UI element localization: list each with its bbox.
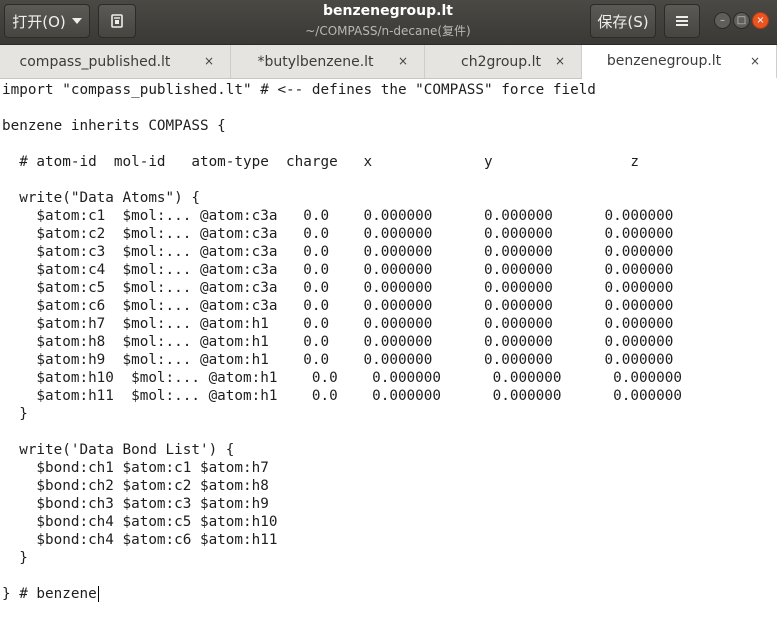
code-line: $bond:ch2 $atom:c2 $atom:h8 — [2, 478, 269, 494]
code-line: } # benzene — [2, 586, 97, 602]
close-icon[interactable]: × — [555, 54, 565, 68]
open-button-label: 打开(O) — [12, 12, 66, 31]
tab-compass-published[interactable]: compass_published.lt × — [0, 45, 231, 78]
tab-label: *butylbenzene.lt — [257, 53, 374, 70]
maximize-button[interactable]: □ — [733, 12, 750, 29]
tab-benzenegroup[interactable]: benzenegroup.lt × — [582, 45, 777, 79]
chevron-down-icon — [71, 18, 82, 24]
header-bar: 打开(O) benzenegroup.lt ~/COMPASS/n-decane… — [0, 0, 777, 45]
tab-butylbenzene[interactable]: *butylbenzene.lt × — [231, 45, 425, 78]
document-pin-button[interactable] — [98, 4, 136, 38]
save-button[interactable]: 保存(S) — [590, 4, 656, 38]
code-line: import "compass_published.lt" # <-- defi… — [2, 82, 596, 98]
menu-button[interactable] — [664, 4, 700, 38]
hamburger-menu-icon — [676, 16, 688, 26]
window-subtitle: ~/COMPASS/n-decane(复件) — [305, 24, 471, 38]
tab-ch2group[interactable]: ch2group.lt × — [425, 45, 582, 78]
code-line: $atom:c6 $mol:... @atom:c3a 0.0 0.000000… — [2, 298, 674, 314]
code-line: write('Data Bond List') { — [2, 442, 235, 458]
tab-label: ch2group.lt — [461, 53, 541, 70]
document-pin-icon — [111, 14, 123, 28]
close-window-button[interactable]: × — [752, 12, 769, 29]
code-line: $atom:c5 $mol:... @atom:c3a 0.0 0.000000… — [2, 280, 674, 296]
text-cursor — [98, 586, 99, 602]
code-line: $bond:ch4 $atom:c5 $atom:h10 — [2, 514, 278, 530]
code-line: benzene inherits COMPASS { — [2, 118, 226, 134]
code-line: $bond:ch4 $atom:c6 $atom:h11 — [2, 532, 278, 548]
code-line: # atom-id mol-id atom-type charge x y z — [2, 154, 639, 170]
open-button[interactable]: 打开(O) — [4, 4, 90, 38]
code-line: $atom:c2 $mol:... @atom:c3a 0.0 0.000000… — [2, 226, 674, 242]
close-icon[interactable]: × — [750, 54, 760, 68]
code-line: $atom:c1 $mol:... @atom:c3a 0.0 0.000000… — [2, 208, 674, 224]
code-line: } — [2, 406, 28, 422]
code-line: $atom:h10 $mol:... @atom:h1 0.0 0.000000… — [2, 370, 682, 386]
code-line: $atom:h7 $mol:... @atom:h1 0.0 0.000000 … — [2, 316, 674, 332]
code-line: $bond:ch3 $atom:c3 $atom:h9 — [2, 496, 269, 512]
code-line: write("Data Atoms") { — [2, 190, 200, 206]
code-line: $atom:h11 $mol:... @atom:h1 0.0 0.000000… — [2, 388, 682, 404]
code-line: $atom:c3 $mol:... @atom:c3a 0.0 0.000000… — [2, 244, 674, 260]
code-line: $bond:ch1 $atom:c1 $atom:h7 — [2, 460, 269, 476]
code-line: $atom:h9 $mol:... @atom:h1 0.0 0.000000 … — [2, 352, 674, 368]
tab-label: compass_published.lt — [19, 53, 171, 70]
close-icon[interactable]: × — [398, 54, 408, 68]
code-line: } — [2, 550, 28, 566]
close-icon[interactable]: × — [204, 54, 214, 68]
tab-bar: compass_published.lt × *butylbenzene.lt … — [0, 45, 777, 79]
tab-label: benzenegroup.lt — [606, 53, 722, 69]
code-line: $atom:c4 $mol:... @atom:c3a 0.0 0.000000… — [2, 262, 674, 278]
window-title: benzenegroup.lt — [323, 3, 453, 19]
text-editor[interactable]: import "compass_published.lt" # <-- defi… — [0, 80, 777, 634]
minimize-button[interactable]: – — [714, 12, 731, 29]
code-line: $atom:h8 $mol:... @atom:h1 0.0 0.000000 … — [2, 334, 674, 350]
